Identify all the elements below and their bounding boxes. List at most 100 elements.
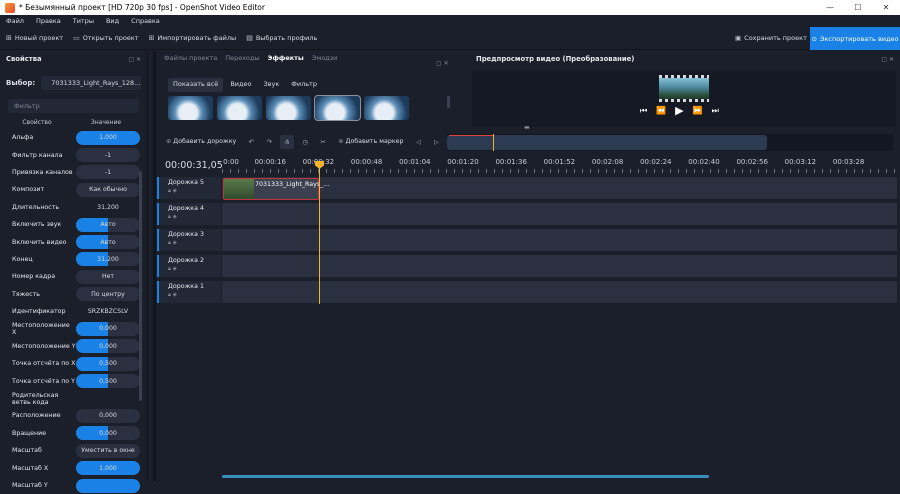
effects-scrollbar[interactable] xyxy=(447,96,450,108)
track-header[interactable]: Дорожка 5 🔒︎ ◈ xyxy=(157,177,221,199)
export-video-button[interactable]: ⊙ Экспортировать видео xyxy=(810,27,900,50)
property-value[interactable]: Уместить в окне xyxy=(76,443,140,458)
property-row: Вращение 0,000 xyxy=(0,425,147,442)
choose-profile-button[interactable]: ▤ Выбрать профиль xyxy=(246,34,317,42)
property-value[interactable]: 0,500 xyxy=(76,356,140,371)
property-value[interactable]: 0,000 xyxy=(76,426,140,441)
panel-grip-icon[interactable]: ▬ xyxy=(524,124,534,131)
property-value[interactable]: SRZKBZCSLV xyxy=(76,305,140,319)
rewind-icon[interactable]: ⏪ xyxy=(656,106,666,115)
tab-transitions[interactable]: Переходы xyxy=(225,54,259,62)
overview-range[interactable] xyxy=(447,135,767,150)
import-files-label: Импортировать файлы xyxy=(157,34,237,42)
timeline-scrollbar[interactable] xyxy=(222,475,709,478)
property-value[interactable]: 31,200 xyxy=(76,252,140,267)
track-lock-icon[interactable]: 🔒︎ ◈ xyxy=(168,240,221,247)
panel-divider[interactable] xyxy=(153,51,156,481)
property-value-text: 0,500 xyxy=(99,360,117,368)
track-body[interactable] xyxy=(222,281,897,303)
track-lock-icon[interactable]: 🔒︎ ◈ xyxy=(168,214,221,221)
property-value[interactable]: -1 xyxy=(76,165,140,180)
property-name: Альфа xyxy=(12,134,34,142)
redo-icon[interactable]: ↷ xyxy=(262,135,276,149)
property-value[interactable]: 0,000 xyxy=(76,408,140,423)
prev-marker-icon[interactable]: ◁ xyxy=(412,135,426,149)
timeline-overview[interactable] xyxy=(447,134,893,151)
effect-thumbnail[interactable] xyxy=(314,95,361,121)
menu-help[interactable]: Справка xyxy=(131,17,160,25)
jump-end-icon[interactable]: ⏭ xyxy=(712,106,719,116)
tab-project-files[interactable]: Файлы проекта xyxy=(164,54,217,62)
fast-forward-icon[interactable]: ⏩ xyxy=(693,106,703,115)
ruler-tick-label: 00:03:28 xyxy=(832,158,865,166)
property-value[interactable]: 0,500 xyxy=(76,374,140,389)
timing-icon[interactable]: ◷ xyxy=(298,135,312,149)
selection-dropdown[interactable]: 7031333_Light_Rays_128... xyxy=(41,76,141,90)
property-value[interactable]: -1 xyxy=(76,148,140,163)
track-body[interactable] xyxy=(222,255,897,277)
tab-emoji[interactable]: Эмодзи xyxy=(312,54,338,62)
effect-thumbnail[interactable] xyxy=(266,96,311,120)
export-video-label: Экспортировать видео xyxy=(819,34,899,43)
property-value[interactable]: Как обычно xyxy=(76,182,140,197)
property-value[interactable]: Нет xyxy=(76,269,140,284)
property-value[interactable]: 31,200 xyxy=(76,200,140,214)
jump-start-icon[interactable]: ⏮ xyxy=(640,106,647,116)
property-value[interactable] xyxy=(76,392,140,406)
filter-input[interactable]: Фильтр xyxy=(8,99,139,113)
save-project-button[interactable]: ▣ Сохранить проект xyxy=(735,30,807,46)
subtab-filter[interactable]: Фильтр xyxy=(286,78,322,92)
track-header[interactable]: Дорожка 3 🔒︎ ◈ xyxy=(157,229,221,251)
tab-effects[interactable]: Эффекты xyxy=(268,54,304,62)
film-strip-bottom xyxy=(659,99,709,102)
property-row: Масштаб X 1,000 xyxy=(0,459,147,476)
subtab-video[interactable]: Видео xyxy=(225,78,256,92)
timeline-clip[interactable]: 7031333_Light_Rays_... xyxy=(223,178,329,200)
next-marker-icon[interactable]: ▷ xyxy=(430,135,444,149)
track-lock-icon[interactable]: 🔒︎ ◈ xyxy=(168,188,221,195)
close-button[interactable]: ✕ xyxy=(872,0,900,15)
track-body[interactable] xyxy=(222,203,897,225)
property-name: Масштаб X xyxy=(12,464,49,472)
undo-icon[interactable]: ↶ xyxy=(244,135,258,149)
track-lock-icon[interactable]: 🔒︎ ◈ xyxy=(168,292,221,299)
maximize-button[interactable]: ☐ xyxy=(844,0,872,15)
razor-icon[interactable]: ✂ xyxy=(316,135,330,149)
property-value[interactable]: Авто xyxy=(76,217,140,232)
effect-thumbnail[interactable] xyxy=(217,96,262,120)
property-value[interactable]: 1,000 xyxy=(76,130,140,145)
menu-edit[interactable]: Правка xyxy=(36,17,61,25)
effect-thumbnail[interactable] xyxy=(364,96,409,120)
minimize-button[interactable]: — xyxy=(816,0,844,15)
play-icon[interactable]: ▶ xyxy=(675,104,683,117)
property-value[interactable]: 0,000 xyxy=(76,339,140,354)
panel-controls[interactable]: ▢ ✕ xyxy=(128,56,141,63)
track-header[interactable]: Дорожка 1 🔒︎ ◈ xyxy=(157,281,221,303)
menu-view[interactable]: Вид xyxy=(106,17,119,25)
property-value[interactable]: Авто xyxy=(76,235,140,250)
playhead-line[interactable] xyxy=(319,162,320,304)
track-header[interactable]: Дорожка 4 🔒︎ ◈ xyxy=(157,203,221,225)
menu-titles[interactable]: Титры xyxy=(73,17,94,25)
properties-scrollbar[interactable] xyxy=(139,171,142,401)
import-files-button[interactable]: ⊞ Импортировать файлы xyxy=(149,34,237,42)
preview-panel-controls[interactable]: ▢ ✕ xyxy=(881,56,894,63)
menu-file[interactable]: Файл xyxy=(6,17,24,25)
property-value[interactable]: 0,000 xyxy=(76,321,140,336)
subtab-audio[interactable]: Звук xyxy=(258,78,284,92)
property-value[interactable]: 1,000 xyxy=(76,461,140,476)
open-project-button[interactable]: ▭ Открыть проект xyxy=(73,34,138,42)
new-project-button[interactable]: ⊞ Новый проект xyxy=(6,34,63,42)
subtab-show-all[interactable]: Показать всё xyxy=(168,78,224,92)
snap-icon[interactable]: ⋔ xyxy=(280,134,295,149)
property-value-text: Авто xyxy=(100,221,116,229)
ruler-tick-label: 00:02:40 xyxy=(688,158,720,166)
effect-thumbnail[interactable] xyxy=(168,96,213,120)
effects-panel-controls[interactable]: ▢ ✕ xyxy=(436,60,449,67)
track-header[interactable]: Дорожка 2 🔒︎ ◈ xyxy=(157,255,221,277)
property-value[interactable]: По центру xyxy=(76,287,140,302)
track-lock-icon[interactable]: 🔒︎ ◈ xyxy=(168,266,221,273)
add-marker-button[interactable]: ⊕ Добавить маркер xyxy=(332,135,409,149)
track-body[interactable] xyxy=(222,229,897,251)
add-track-button[interactable]: ⊕ Добавить дорожку xyxy=(160,135,242,149)
